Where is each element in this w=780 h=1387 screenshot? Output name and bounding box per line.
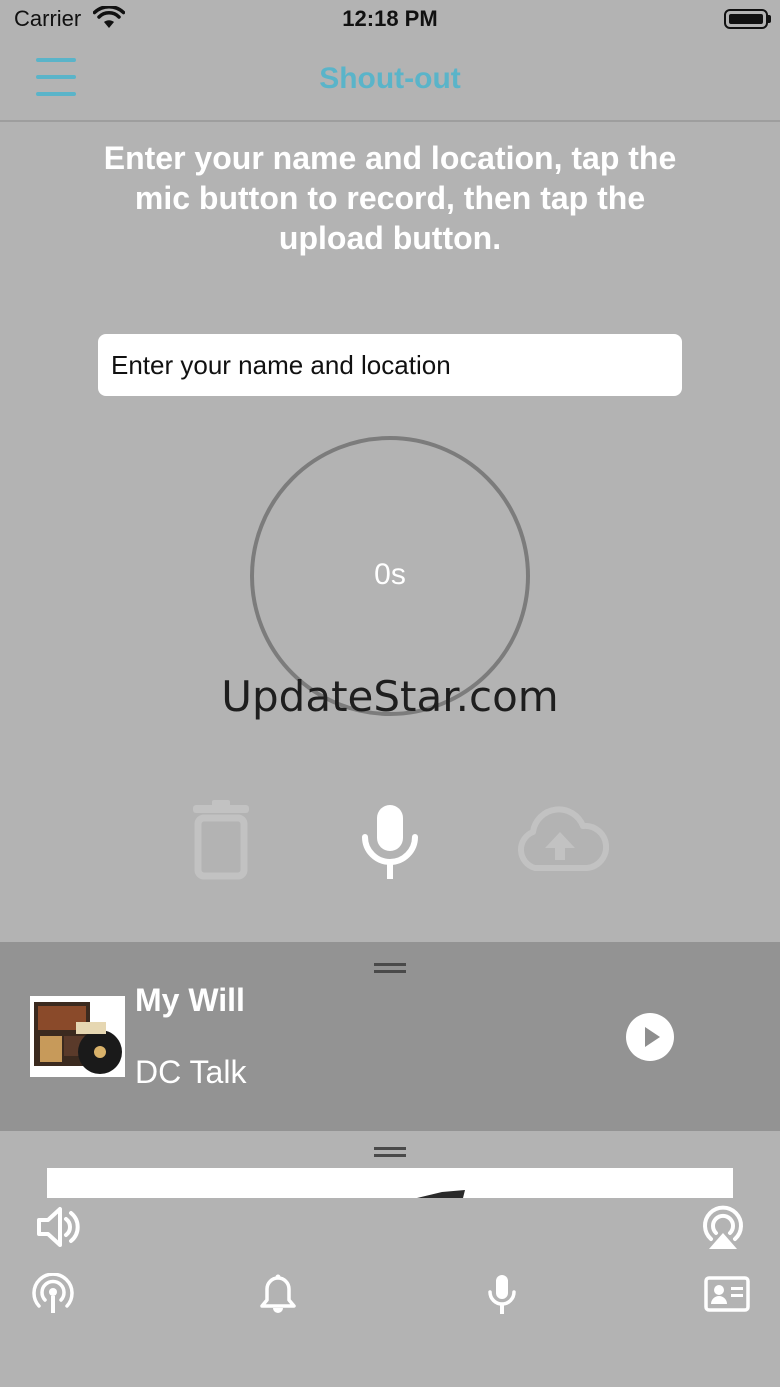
tab-contact[interactable] — [704, 1276, 750, 1312]
broadcast-icon — [32, 1273, 74, 1313]
status-bar: Carrier 12:18 PM — [0, 0, 780, 40]
airplay-button[interactable] — [699, 1203, 747, 1251]
track-title: My Will — [135, 982, 245, 1018]
nav-divider — [0, 120, 780, 122]
battery-tip — [768, 15, 771, 23]
status-time: 12:18 PM — [342, 6, 438, 31]
speaker-icon — [37, 1207, 80, 1247]
instructions-text: Enter your name and location, tap the mi… — [103, 140, 677, 256]
watermark: UpdateStar.com — [221, 672, 559, 721]
volume-button[interactable] — [36, 1204, 82, 1250]
tab-notifications[interactable] — [259, 1274, 297, 1314]
microphone-icon — [362, 805, 418, 879]
battery-icon — [724, 9, 768, 29]
trash-icon — [193, 800, 249, 880]
airplay-icon — [703, 1205, 743, 1249]
tab-shout-out[interactable] — [486, 1274, 518, 1316]
tab-radio[interactable] — [32, 1273, 74, 1315]
play-icon — [645, 1027, 660, 1047]
upload-button[interactable] — [511, 806, 609, 874]
contact-card-icon — [704, 1276, 750, 1312]
banner-image — [47, 1168, 733, 1198]
microphone-icon — [488, 1275, 516, 1314]
recording-timer: 0s — [374, 558, 406, 591]
track-artist: DC Talk — [135, 1054, 247, 1090]
delete-recording-button[interactable] — [188, 800, 254, 880]
cloud-upload-icon — [518, 806, 609, 871]
now-playing-drag-handle[interactable] — [374, 963, 406, 973]
album-art — [30, 996, 125, 1077]
record-button[interactable] — [359, 803, 421, 883]
play-button[interactable] — [626, 1013, 674, 1061]
bell-icon — [260, 1274, 296, 1313]
player-drag-handle[interactable] — [374, 1147, 406, 1157]
page-title: Shout-out — [319, 62, 461, 95]
name-location-input[interactable] — [98, 334, 682, 396]
